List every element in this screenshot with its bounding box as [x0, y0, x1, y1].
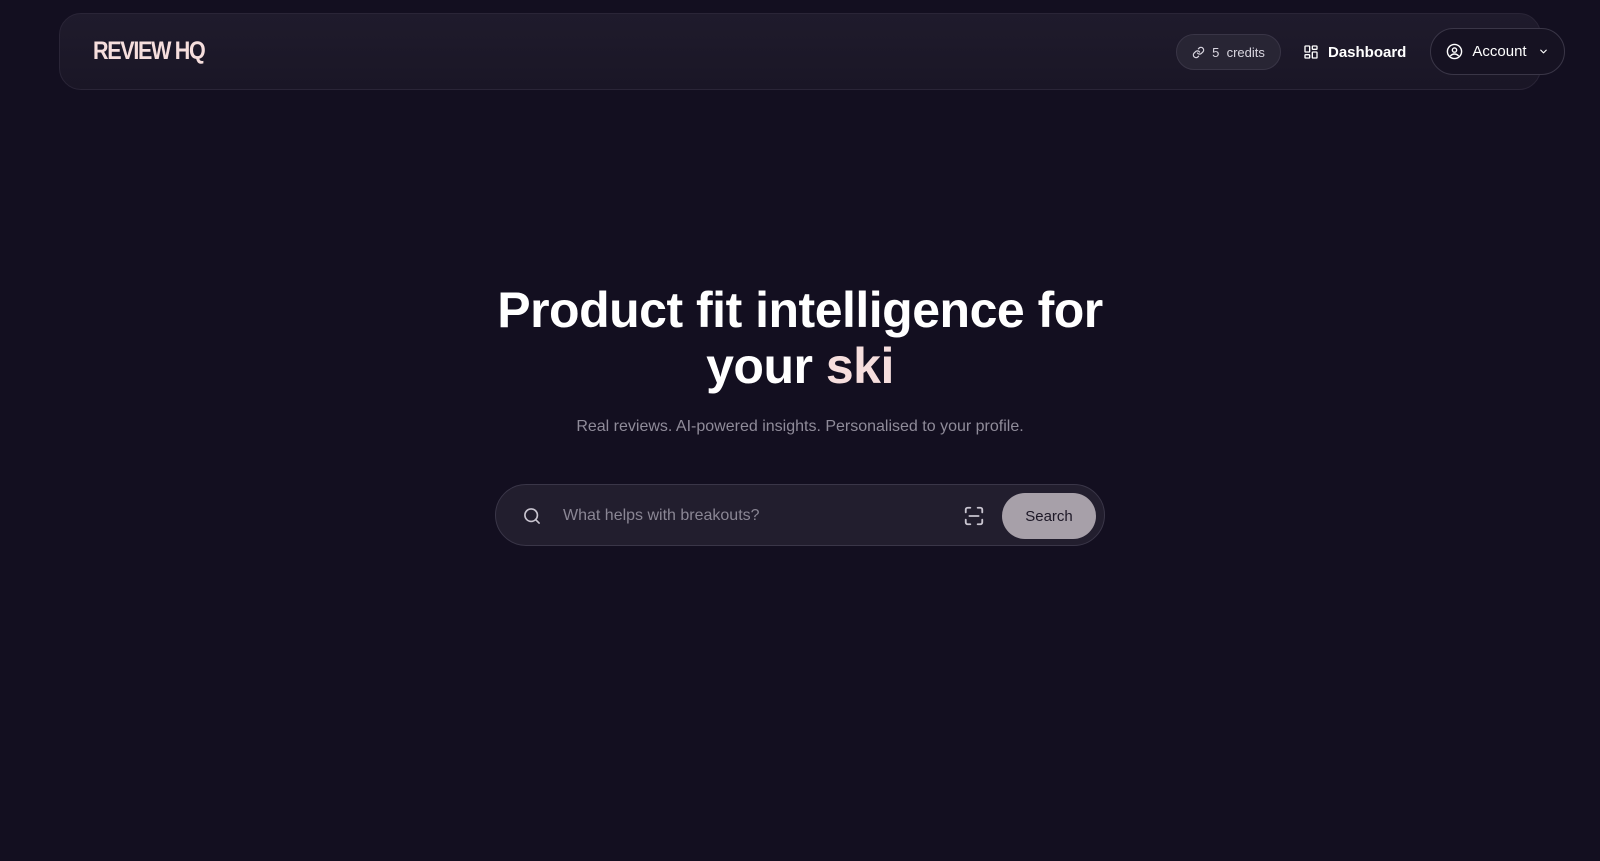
- search-button[interactable]: Search: [1002, 493, 1096, 539]
- hero-title: Product fit intelligence for your ski: [0, 282, 1600, 394]
- dashboard-label: Dashboard: [1328, 43, 1407, 61]
- credits-label: 5 credits: [1212, 44, 1265, 60]
- user-circle-icon: [1447, 43, 1463, 60]
- hero-title-main: Product fit intelligence for: [497, 282, 1103, 338]
- account-menu-button[interactable]: Account: [1430, 28, 1565, 75]
- scan-icon[interactable]: [963, 505, 985, 527]
- credits-badge[interactable]: 5 credits: [1176, 34, 1281, 70]
- link-icon: [1192, 46, 1205, 58]
- chevron-down-icon: [1539, 49, 1547, 54]
- logo[interactable]: REVIEW HQ: [93, 36, 206, 66]
- account-label: Account: [1472, 43, 1527, 60]
- hero-title-prefix: your: [706, 338, 826, 394]
- search-input[interactable]: [563, 501, 933, 531]
- page: REVIEW HQ 5 credits Dashboard Account Pr…: [0, 0, 1600, 861]
- search-icon: [524, 508, 540, 524]
- top-nav-bar: REVIEW HQ 5 credits Dashboard Account: [59, 13, 1565, 90]
- hero-title-accent: ski: [825, 338, 895, 394]
- dashboard-link[interactable]: Dashboard: [1303, 37, 1406, 67]
- search-bar: Search: [495, 484, 1105, 546]
- grid-icon: [1304, 45, 1318, 59]
- hero-subtitle: Real reviews. AI-powered insights. Perso…: [576, 418, 1024, 435]
